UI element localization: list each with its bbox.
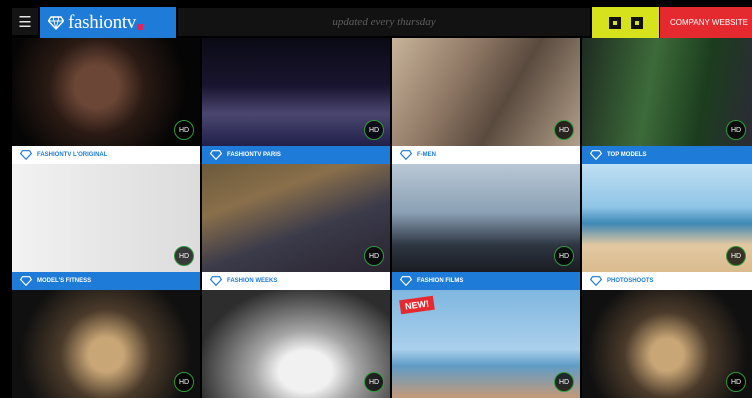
logo-dot [137, 23, 144, 30]
hamburger-icon: ☰ [18, 13, 32, 31]
diamond-icon [210, 276, 222, 286]
channel-tile-row3-4[interactable]: HD [582, 290, 752, 398]
diamond-icon [48, 15, 64, 30]
hd-badge: HD [364, 120, 384, 140]
fashiontv-logo[interactable]: fashiontv [40, 7, 176, 38]
channel-label[interactable]: F-MEN [392, 146, 580, 164]
stop-button[interactable] [608, 16, 621, 29]
channel-tile-row3-2[interactable]: HD [202, 290, 390, 398]
diamond-icon [400, 276, 412, 286]
channel-label-text: FASHION WEEKS [227, 278, 278, 284]
hd-badge: HD [726, 246, 746, 266]
hd-badge: HD [554, 246, 574, 266]
media-controls [592, 7, 659, 38]
channel-label-text: PHOTOSHOOTS [607, 278, 654, 284]
channel-tile-fitness[interactable]: HD [12, 164, 200, 272]
channel-tile-photoshoots[interactable]: HD [582, 164, 752, 272]
hd-badge: HD [554, 372, 574, 392]
hd-badge: HD [364, 246, 384, 266]
diamond-icon [20, 276, 32, 286]
channel-tile-paris[interactable]: HD [202, 38, 390, 146]
channel-tile-row3-3[interactable]: NEW! HD [392, 290, 580, 398]
channel-tile-fashionfilms[interactable]: HD [392, 164, 580, 272]
channel-tile-original[interactable]: HD [12, 38, 200, 146]
logo-text: fashiontv [68, 11, 137, 33]
diamond-icon [590, 276, 602, 286]
diamond-icon [210, 150, 222, 160]
top-bar: ☰ fashiontv updated every thursday COMPA… [0, 0, 752, 38]
pause-button[interactable] [630, 16, 643, 29]
channel-tile-row3-1[interactable]: HD [12, 290, 200, 398]
channel-label-text: FASHIONTV PARIS [227, 152, 281, 158]
hd-badge: HD [174, 120, 194, 140]
diamond-icon [400, 150, 412, 160]
new-badge: NEW! [399, 295, 435, 315]
channel-label-text: MODEL'S FITNESS [37, 278, 92, 284]
tagline: updated every thursday [332, 16, 436, 28]
channel-label-text: F-MEN [417, 152, 436, 158]
channel-label[interactable]: FASHIONTV PARIS [202, 146, 390, 164]
channel-label-text: TOP MODELS [607, 152, 647, 158]
channel-tile-fashionweeks[interactable]: HD [202, 164, 390, 272]
pause-icon [634, 20, 639, 25]
channel-label[interactable]: PHOTOSHOOTS [582, 272, 752, 290]
hd-badge: HD [726, 372, 746, 392]
channel-tile-fmen[interactable]: HD [392, 38, 580, 146]
channel-tile-topmodels[interactable]: HD [582, 38, 752, 146]
hd-badge: HD [174, 372, 194, 392]
channel-label[interactable]: FASHION WEEKS [202, 272, 390, 290]
diamond-icon [20, 150, 32, 160]
channel-label-text: FASHION FILMS [417, 278, 464, 284]
channel-label[interactable]: FASHION FILMS [392, 272, 580, 290]
channel-label[interactable]: MODEL'S FITNESS [12, 272, 200, 290]
hd-badge: HD [364, 372, 384, 392]
hd-badge: HD [174, 246, 194, 266]
tagline-bar: updated every thursday [178, 8, 590, 36]
diamond-icon [590, 150, 602, 160]
stop-icon [612, 20, 617, 25]
menu-button[interactable]: ☰ [12, 8, 38, 35]
hd-badge: HD [554, 120, 574, 140]
channel-label[interactable]: TOP MODELS [582, 146, 752, 164]
hd-badge: HD [726, 120, 746, 140]
channel-label-text: FASHIONTV L'ORIGINAL [37, 152, 108, 158]
company-website-button[interactable]: COMPANY WEBSITE [660, 7, 752, 38]
channel-label[interactable]: FASHIONTV L'ORIGINAL [12, 146, 200, 164]
